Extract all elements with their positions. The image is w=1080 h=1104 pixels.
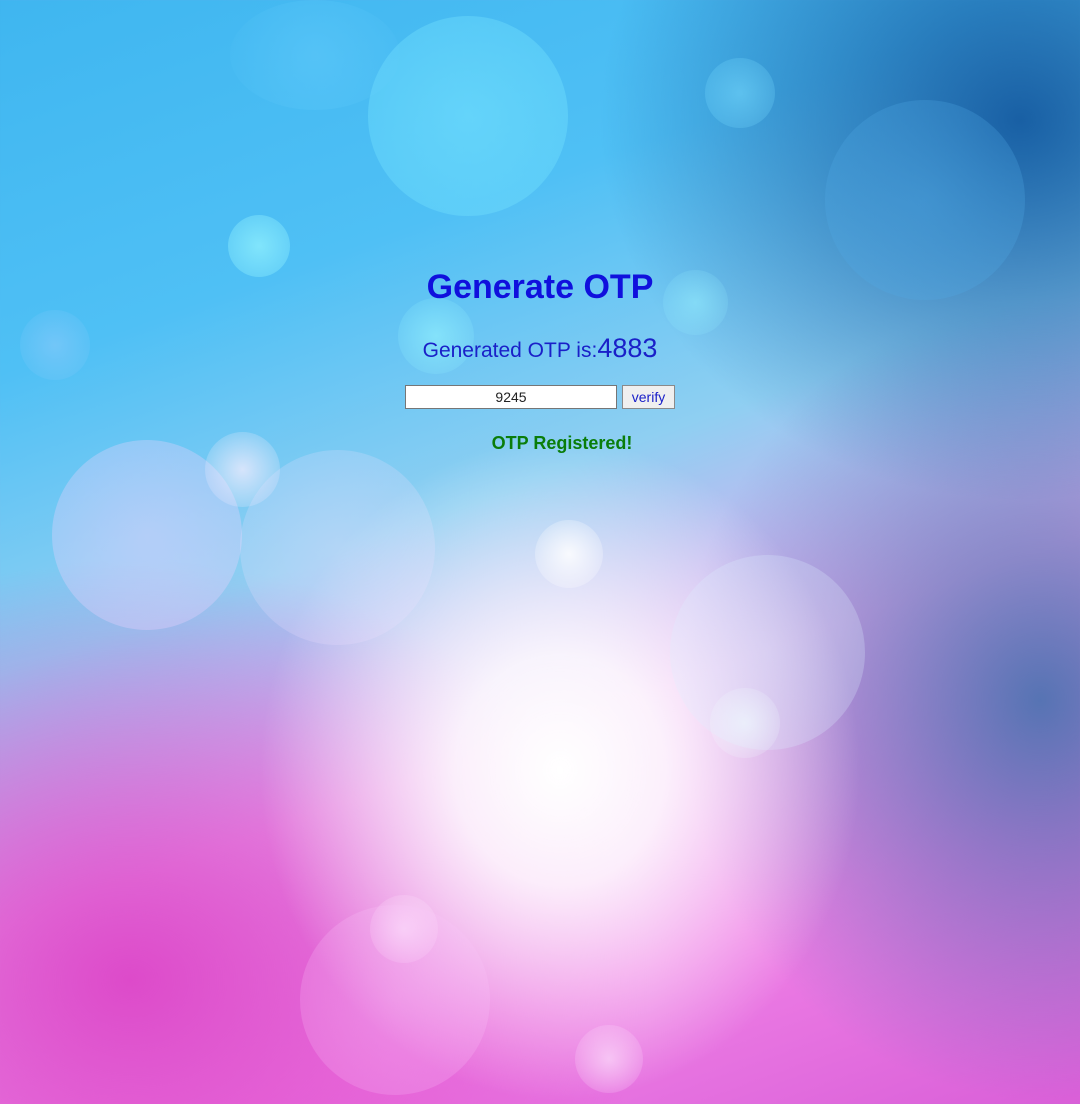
status-message: OTP Registered! [491,433,633,453]
verify-button[interactable]: verify [622,385,675,409]
background-bokeh [0,0,1080,1104]
otp-input[interactable] [405,385,617,409]
generated-otp-label: Generated OTP is: [422,339,598,362]
generated-otp-line: Generated OTP is:4883 [0,330,1080,371]
generated-otp-value: 4883 [597,333,658,363]
page-title: Generate OTP [426,268,654,306]
